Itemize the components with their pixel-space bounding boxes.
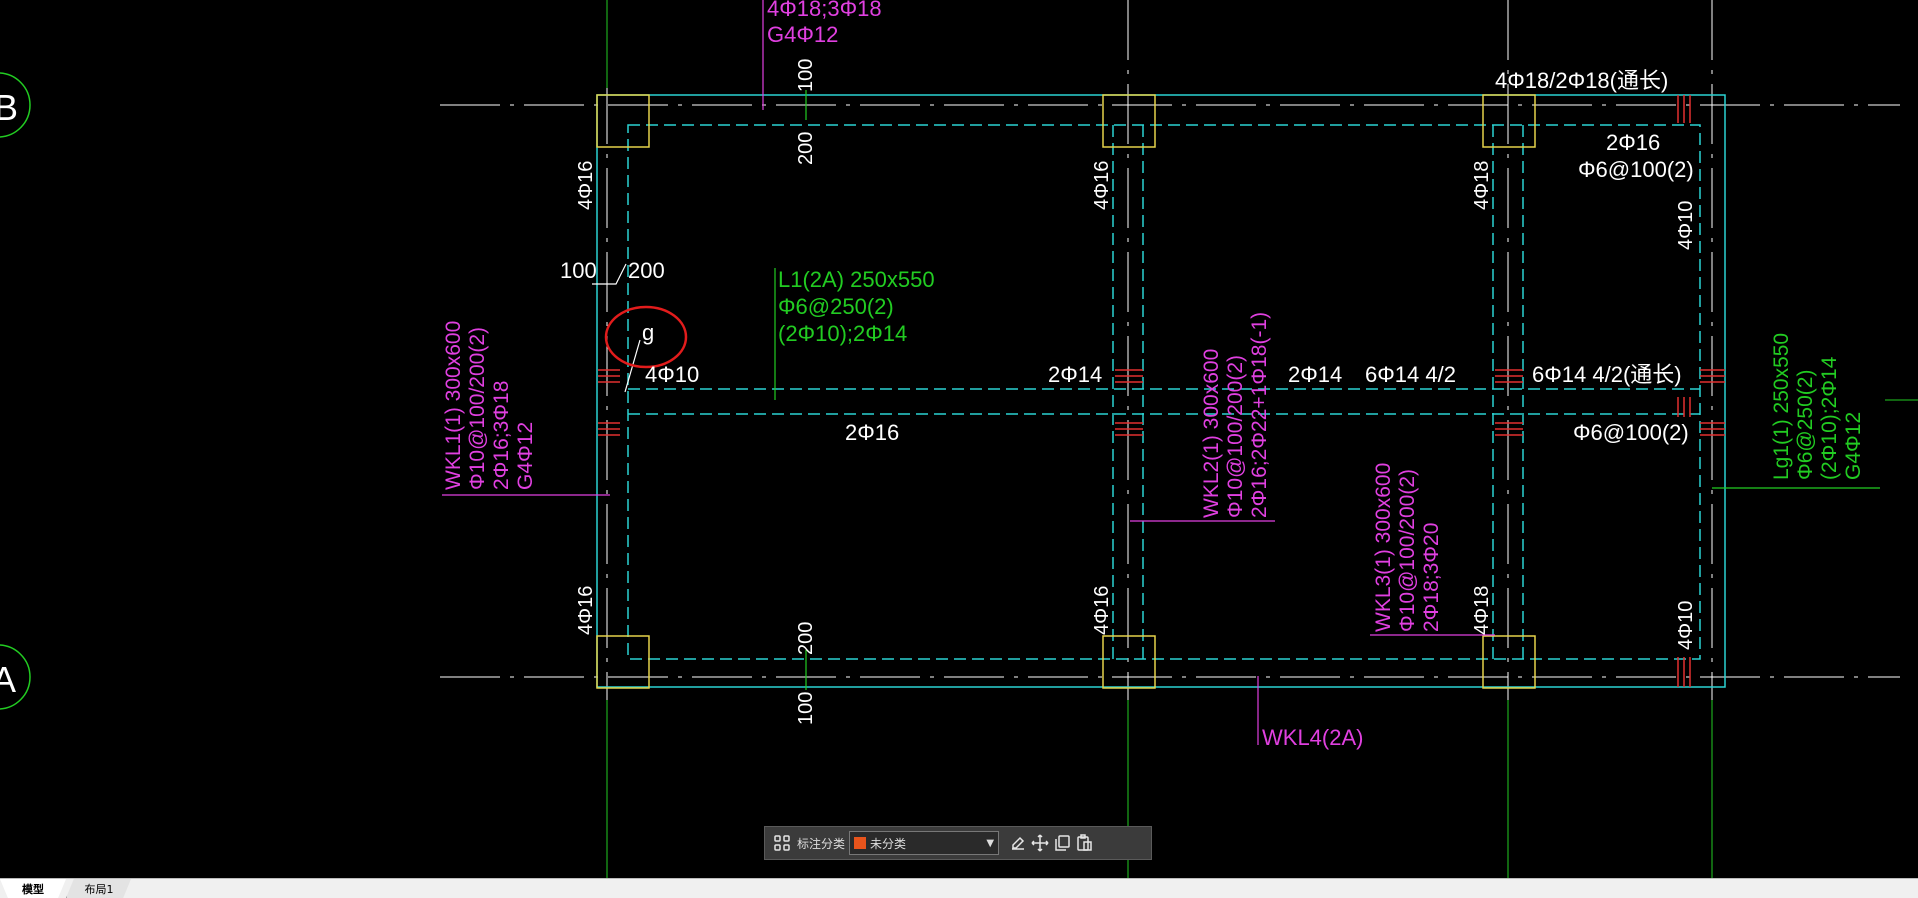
class-color-swatch bbox=[854, 837, 867, 849]
wkl2-title: WKL2(1) 300x600 bbox=[1200, 349, 1223, 518]
top-annotations: 4Φ18;3Φ18 G4Φ12 4Φ18/2Φ18(通长) 2Φ16 Φ6@10… bbox=[767, 0, 1694, 182]
rebar-mark bbox=[1115, 422, 1143, 436]
wkl1-annotation: WKL1(1) 300x600 Φ10@100/200(2) 2Φ16;3Φ18… bbox=[442, 321, 537, 490]
wkl3-stirrup: Φ10@100/200(2) bbox=[1396, 469, 1419, 632]
wkl1-stirrup: Φ10@100/200(2) bbox=[466, 327, 489, 490]
wkl1-title: WKL1(1) 300x600 bbox=[442, 321, 465, 490]
grid-icon[interactable] bbox=[771, 832, 793, 854]
wkl1-bars: 2Φ16;3Φ18 bbox=[490, 381, 513, 490]
col-4phi10-far: 4Φ10 bbox=[1675, 201, 1697, 250]
col-4phi16-left: 4Φ16 bbox=[575, 161, 597, 210]
rebar-mark bbox=[1495, 369, 1523, 383]
annotation-class-value: 未分类 bbox=[870, 836, 907, 851]
tab-layout1[interactable]: 布局1 bbox=[66, 879, 131, 898]
annotation-toolbar: 标注分类 未分类 ▼ bbox=[764, 826, 1152, 860]
column[interactable] bbox=[596, 635, 650, 689]
dim-100-left: 100 bbox=[560, 258, 597, 283]
dim-200-top: 200 bbox=[795, 132, 817, 165]
lg1-bars: (2Φ10);2Φ14 bbox=[1818, 356, 1841, 480]
cad-canvas[interactable]: B A 4Φ18;3Φ18 G4Φ12 4Φ18/2Φ18(通长) 2Φ16 Φ… bbox=[0, 0, 1918, 878]
paste-icon[interactable] bbox=[1073, 832, 1095, 854]
wkl3-annotation: WKL3(1) 300x600 Φ10@100/200(2) 2Φ18;3Φ20 bbox=[1372, 463, 1443, 632]
left-4phi10: 4Φ10 bbox=[645, 362, 699, 387]
annotation-class-select[interactable]: 未分类 ▼ bbox=[849, 831, 1000, 855]
rebar-mark bbox=[1677, 95, 1691, 123]
axis-label-b: B bbox=[0, 87, 18, 128]
bot-4phi16-mid: 4Φ16 bbox=[1091, 586, 1113, 635]
move-icon[interactable] bbox=[1029, 832, 1051, 854]
l1-title: L1(2A) 250x550 bbox=[778, 267, 935, 292]
column[interactable] bbox=[596, 94, 650, 148]
bot-4phi16-left: 4Φ16 bbox=[575, 586, 597, 635]
lg1-annotation: Lg1(1) 250x550 Φ6@250(2) (2Φ10);2Φ14 G4Φ… bbox=[1770, 333, 1865, 480]
outer-beam-outline bbox=[596, 94, 1726, 688]
l1-stirrup: Φ6@250(2) bbox=[778, 294, 894, 319]
annotation-class-label: 标注分类 bbox=[797, 836, 846, 851]
rebar-mark bbox=[598, 369, 620, 383]
rebar-marks bbox=[598, 95, 1725, 687]
circle-g-label: g bbox=[642, 320, 654, 345]
column[interactable] bbox=[1102, 635, 1156, 689]
wkl4-label: WKL4(2A) bbox=[1262, 725, 1363, 750]
wkl2-annotation: WKL2(1) 300x600 Φ10@100/200(2) 2Φ16;2Φ22… bbox=[1200, 312, 1271, 518]
l1-annotation: L1(2A) 250x550 Φ6@250(2) (2Φ10);2Φ14 bbox=[778, 267, 935, 346]
lg1-title: Lg1(1) 250x550 bbox=[1770, 333, 1793, 480]
horizontal-texts: 100 200 g 4Φ10 2Φ14 2Φ16 2Φ14 6Φ14 4/2 6… bbox=[560, 258, 1689, 445]
rebar-mark bbox=[1115, 369, 1143, 383]
beam-outlines bbox=[596, 94, 1726, 688]
rebar-mark bbox=[1677, 657, 1691, 687]
cad-drawing[interactable]: B A 4Φ18;3Φ18 G4Φ12 4Φ18/2Φ18(通长) 2Φ16 Φ… bbox=[0, 0, 1918, 878]
axis-label-a: A bbox=[0, 659, 16, 700]
mid-2phi14: 2Φ14 bbox=[1048, 362, 1102, 387]
dim-100-top: 100 bbox=[795, 59, 817, 92]
vertical-dim-texts: 100 200 4Φ16 4Φ16 4Φ18 4Φ10 4Φ16 4Φ16 4Φ… bbox=[575, 59, 1697, 725]
column[interactable] bbox=[1482, 635, 1536, 689]
lg1-g: G4Φ12 bbox=[1842, 412, 1865, 480]
layout-tab-bar: 模型 布局1 bbox=[0, 878, 1918, 898]
edit-icon[interactable] bbox=[1007, 832, 1029, 854]
mid-2phi16: 2Φ16 bbox=[845, 420, 899, 445]
inner-beam-outline bbox=[627, 124, 1701, 660]
column[interactable] bbox=[1102, 94, 1156, 148]
l1-bars: (2Φ10);2Φ14 bbox=[778, 321, 907, 346]
bot-4phi10: 4Φ10 bbox=[1675, 601, 1697, 650]
wkl2-stirrup: Φ10@100/200(2) bbox=[1224, 355, 1247, 518]
right-2phi14: 2Φ14 bbox=[1288, 362, 1342, 387]
right-2phi16: 2Φ16 bbox=[1606, 130, 1660, 155]
wkl1-g: G4Φ12 bbox=[514, 422, 537, 490]
rebar-mark bbox=[1495, 422, 1523, 436]
col-4phi18-right: 4Φ18 bbox=[1471, 161, 1493, 210]
tab-model[interactable]: 模型 bbox=[0, 879, 66, 898]
wkl2-bars: 2Φ16;2Φ22+1Φ18(-1) bbox=[1248, 312, 1271, 518]
col-4phi16-mid: 4Φ16 bbox=[1091, 161, 1113, 210]
dim-200-left: 200 bbox=[628, 258, 665, 283]
bot-4phi18: 4Φ18 bbox=[1471, 586, 1493, 635]
right-6phi14: 6Φ14 4/2 bbox=[1365, 362, 1456, 387]
right-phi6: Φ6@100(2) bbox=[1578, 157, 1694, 182]
wkl3-bars: 2Φ18;3Φ20 bbox=[1420, 523, 1443, 632]
top-note-1: 4Φ18;3Φ18 bbox=[767, 0, 882, 21]
wkl3-title: WKL3(1) 300x600 bbox=[1372, 463, 1395, 632]
chevron-down-icon: ▼ bbox=[986, 837, 995, 849]
dim-100-bot: 100 bbox=[795, 692, 817, 725]
far-6phi14: 6Φ14 4/2(通长) bbox=[1532, 362, 1682, 387]
far-phi6: Φ6@100(2) bbox=[1573, 420, 1689, 445]
lg1-stirrup: Φ6@250(2) bbox=[1794, 370, 1817, 480]
copy-icon[interactable] bbox=[1051, 832, 1073, 854]
top-right-note: 4Φ18/2Φ18(通长) bbox=[1495, 68, 1668, 93]
top-note-2: G4Φ12 bbox=[767, 22, 838, 47]
column[interactable] bbox=[1482, 94, 1536, 148]
rebar-mark bbox=[598, 422, 620, 436]
dim-200-bot: 200 bbox=[795, 622, 817, 655]
